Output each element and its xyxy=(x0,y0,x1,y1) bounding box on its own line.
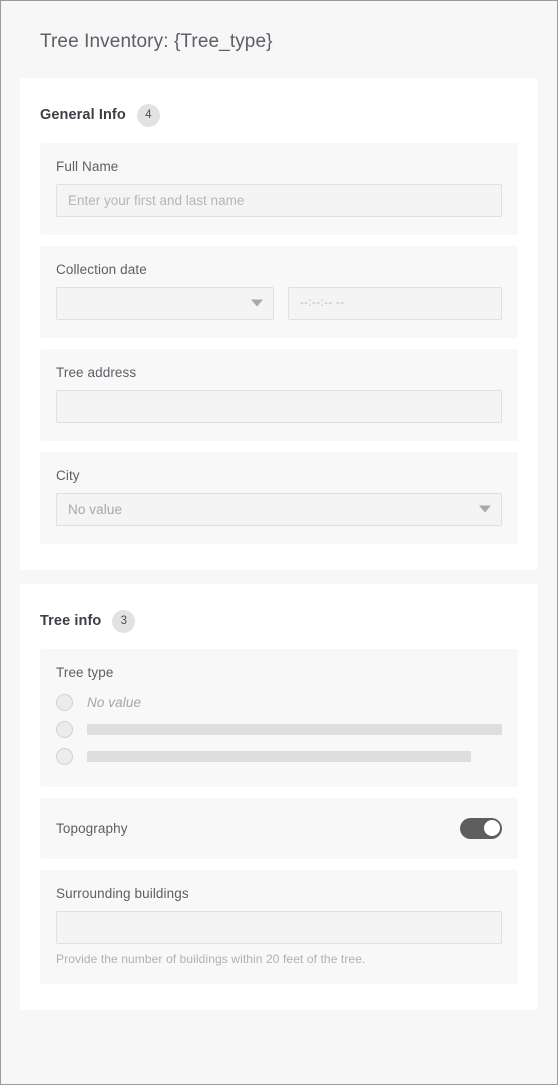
field-city: City No value xyxy=(40,451,518,544)
collection-date-row: --:--:-- -- xyxy=(56,286,502,320)
radio-button-icon[interactable] xyxy=(56,720,73,738)
toggle-knob xyxy=(483,820,500,837)
radio-option[interactable]: No value xyxy=(56,690,502,715)
collection-date-select[interactable] xyxy=(56,286,274,320)
radio-button-icon[interactable] xyxy=(56,693,73,711)
chevron-down-icon xyxy=(479,505,491,513)
section-title: General Info xyxy=(40,107,126,124)
field-label-collection-date: Collection date xyxy=(56,261,147,277)
section-card-general-info: General Info 4 Full Name Collection date… xyxy=(20,77,538,570)
surrounding-buildings-input[interactable] xyxy=(56,910,502,944)
radio-button-icon[interactable] xyxy=(56,747,73,765)
city-select[interactable]: No value xyxy=(56,492,502,526)
field-label-tree-type: Tree type xyxy=(56,664,114,680)
section-header-tree-info: Tree info 3 xyxy=(40,606,518,649)
section-title: Tree info xyxy=(40,613,102,630)
radio-option[interactable] xyxy=(56,744,502,769)
page-title: Tree Inventory: {Tree_type} xyxy=(40,31,273,52)
section-badge: 3 xyxy=(112,609,136,633)
radio-option-label: No value xyxy=(87,694,142,710)
city-select-value: No value xyxy=(56,492,502,526)
field-surrounding-buildings: Surrounding buildings Provide the number… xyxy=(40,869,518,984)
collection-time-input[interactable]: --:--:-- -- xyxy=(288,286,502,320)
field-tree-address: Tree address xyxy=(40,348,518,441)
field-label-tree-address: Tree address xyxy=(56,364,137,380)
tree-address-input[interactable] xyxy=(56,389,502,423)
field-label-city: City xyxy=(56,467,80,483)
topography-toggle[interactable] xyxy=(460,817,502,839)
section-badge: 4 xyxy=(136,103,160,127)
placeholder-bar xyxy=(87,750,471,762)
field-topography: Topography xyxy=(40,797,518,859)
field-label-topography: Topography xyxy=(56,820,128,836)
field-full-name: Full Name xyxy=(40,142,518,235)
section-card-tree-info: Tree info 3 Tree type No value Topograph… xyxy=(20,583,538,1010)
radio-option[interactable] xyxy=(56,717,502,742)
placeholder-bar xyxy=(87,723,502,735)
form-page: Tree Inventory: {Tree_type} General Info… xyxy=(1,1,557,1084)
form-header: Tree Inventory: {Tree_type} xyxy=(20,1,538,78)
field-hint-surrounding-buildings: Provide the number of buildings within 2… xyxy=(56,951,366,966)
field-collection-date: Collection date --:--:-- -- xyxy=(40,245,518,338)
field-tree-type: Tree type No value xyxy=(40,648,518,787)
collection-time-placeholder: --:--:-- -- xyxy=(300,297,345,310)
field-label-surrounding-buildings: Surrounding buildings xyxy=(56,885,189,901)
chevron-down-icon xyxy=(251,299,263,307)
full-name-input[interactable] xyxy=(56,183,502,217)
field-label-full-name: Full Name xyxy=(56,158,119,174)
collection-date-value xyxy=(56,286,274,320)
section-header-general-info: General Info 4 xyxy=(40,100,518,143)
